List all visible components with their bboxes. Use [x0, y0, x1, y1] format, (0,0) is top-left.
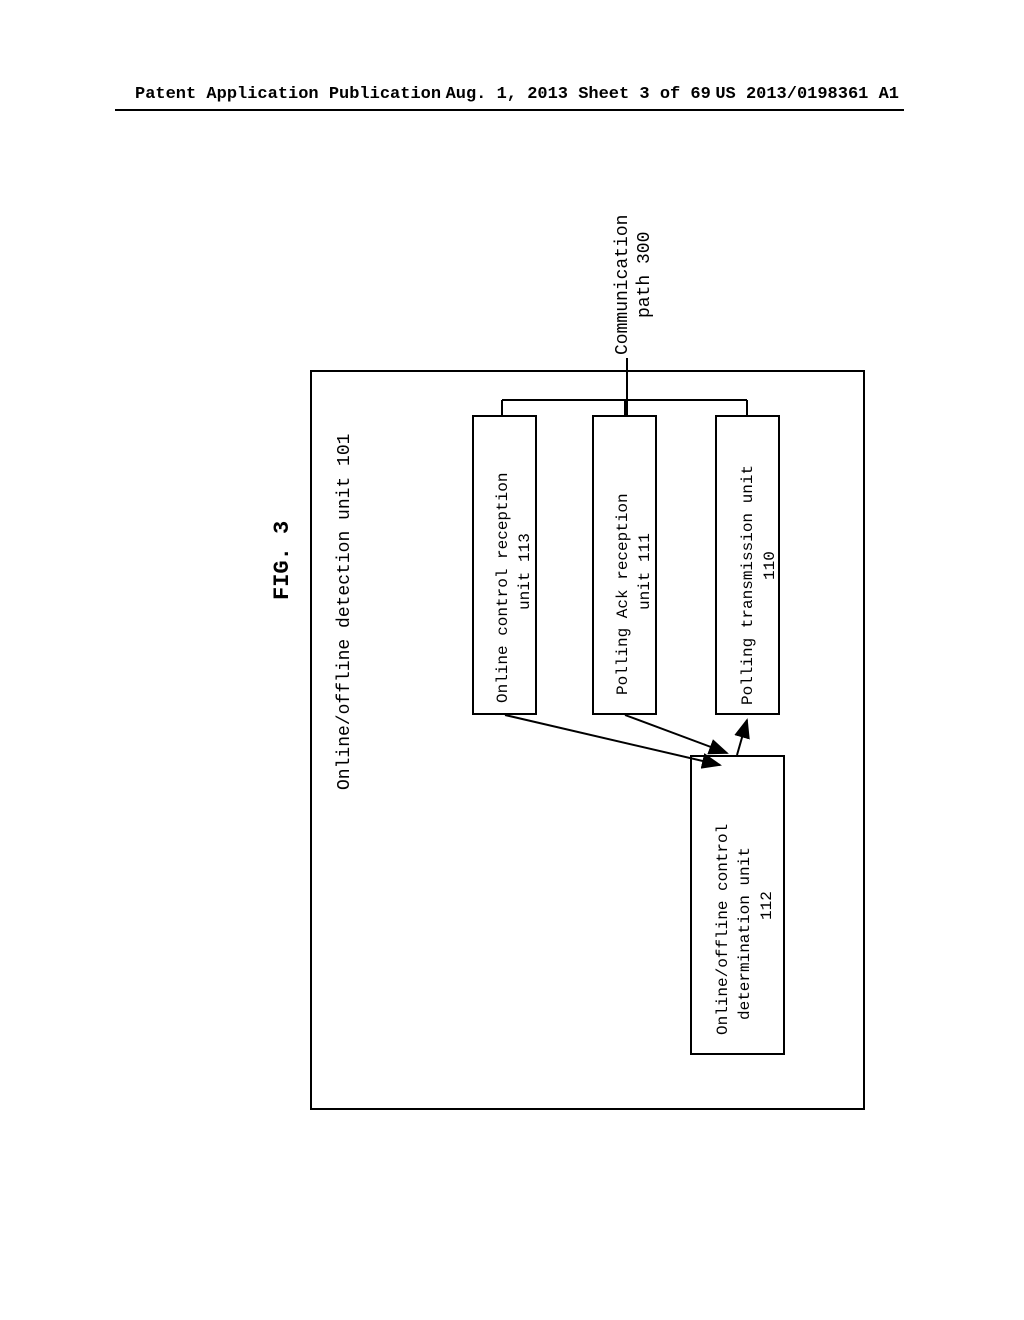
- header-left: Patent Application Publication: [135, 85, 441, 104]
- header-rule: [115, 109, 904, 111]
- polling-ack-reception-text1: Polling Ack reception: [613, 493, 634, 695]
- communication-path-label1: Communication: [613, 215, 633, 355]
- detection-unit-label: Online/offline detection unit 101: [335, 434, 355, 790]
- polling-ack-reception-text2: unit 111: [635, 533, 656, 610]
- online-control-reception-text2: unit 113: [515, 533, 536, 610]
- polling-transmission-unit-text2: 110: [760, 551, 781, 580]
- header-right: US 2013/0198361 A1: [715, 85, 899, 104]
- communication-path-label2: path 300: [635, 232, 655, 318]
- figure-container: FIG. 3 Online/offline detection unit 101…: [130, 190, 880, 1120]
- online-control-reception-text1: Online control reception: [493, 473, 514, 703]
- determination-unit-text2: determination unit: [735, 847, 756, 1020]
- determination-unit-text3: 112: [757, 891, 778, 920]
- polling-transmission-unit-text1: Polling transmission unit: [738, 465, 759, 705]
- figure-label: FIG. 3: [270, 521, 295, 600]
- header-center: Aug. 1, 2013 Sheet 3 of 69: [446, 85, 711, 104]
- determination-unit-text1: Online/offline control: [713, 824, 734, 1035]
- page-header: Patent Application Publication Aug. 1, 2…: [0, 85, 1024, 104]
